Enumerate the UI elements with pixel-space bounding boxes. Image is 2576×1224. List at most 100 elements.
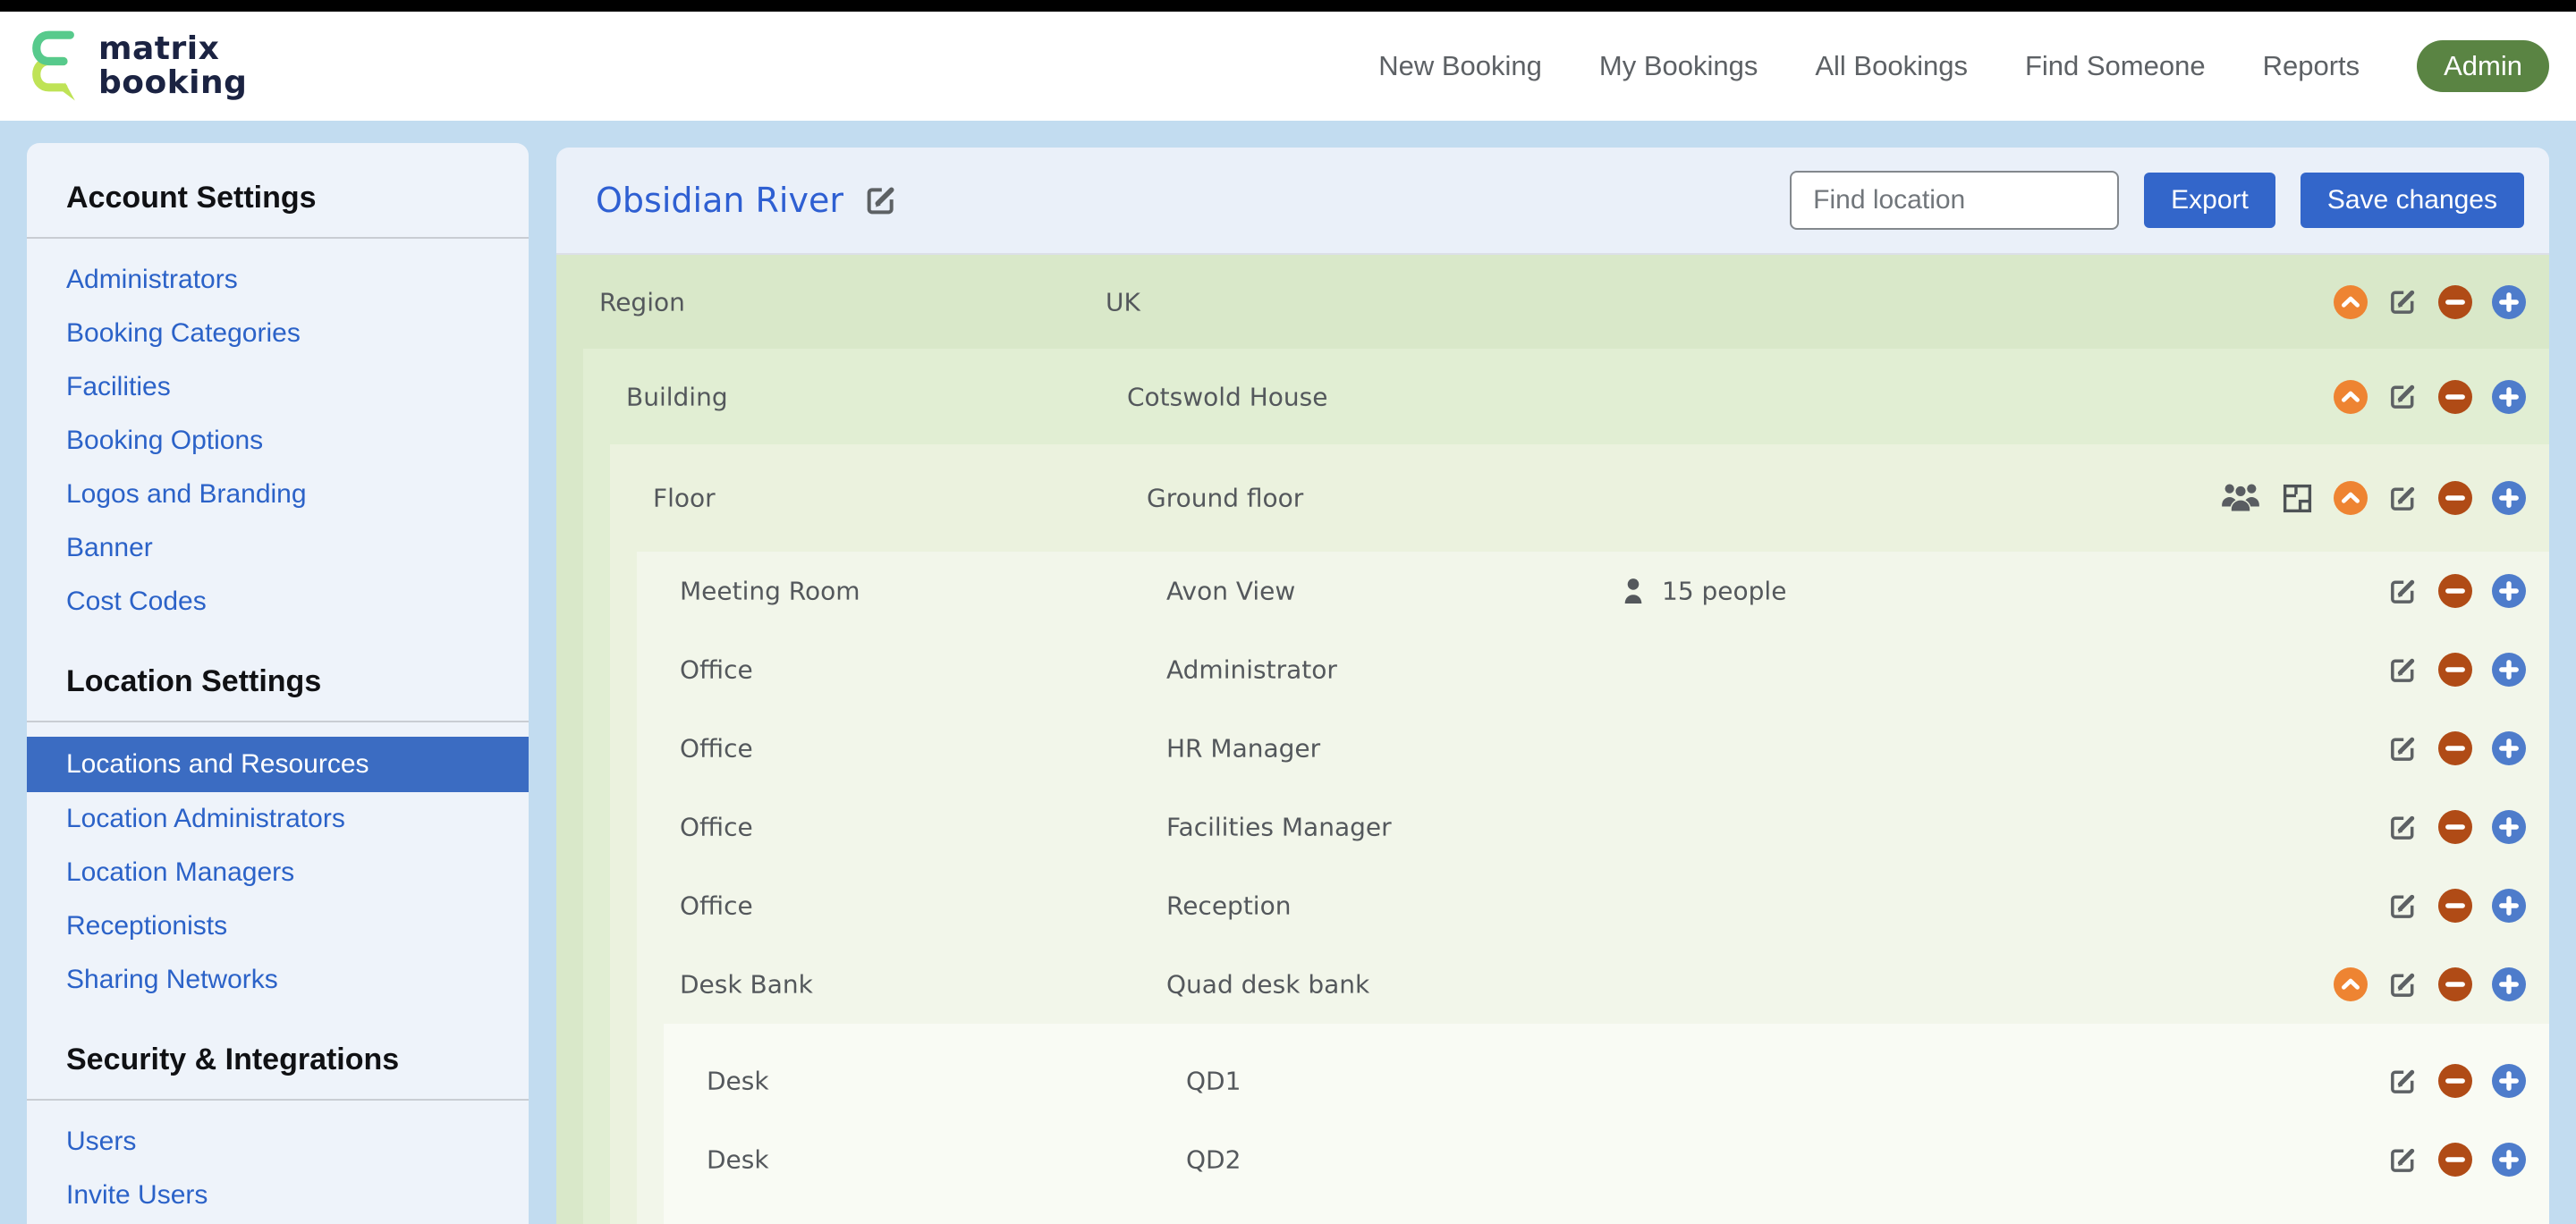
edit-icon[interactable] [2387, 654, 2419, 686]
row-name-value: Facilities Manager [1166, 813, 1392, 842]
person-capacity-icon [1621, 577, 1646, 606]
nav-reports[interactable]: Reports [2263, 50, 2360, 82]
remove-icon[interactable] [2438, 889, 2472, 923]
page-background: Account Settings Administrators Booking … [0, 121, 2576, 1224]
sidebar-item-booking-options[interactable]: Booking Options [27, 414, 529, 468]
edit-icon[interactable] [2387, 286, 2419, 317]
table-row-floor[interactable]: Floor Ground floor [610, 444, 2549, 552]
row-type-label: Desk [707, 1067, 769, 1096]
page-title: Obsidian River [596, 181, 843, 220]
edit-icon[interactable] [2387, 733, 2419, 764]
find-location-input[interactable] [1790, 171, 2119, 230]
table-row-desk-bank[interactable]: Desk Bank Quad desk bank [637, 945, 2549, 1024]
add-icon[interactable] [2492, 574, 2526, 608]
remove-icon[interactable] [2438, 285, 2472, 319]
nav-my-bookings[interactable]: My Bookings [1599, 50, 1758, 82]
sidebar-item-locations-resources[interactable]: Locations and Resources [27, 737, 529, 792]
row-type-label: Office [680, 813, 753, 842]
row-name-value: QD2 [1186, 1145, 1241, 1175]
table-row-desk-qd1[interactable]: Desk QD1 [664, 1042, 2549, 1120]
collapse-up-icon[interactable] [2334, 481, 2368, 515]
edit-icon[interactable] [2387, 1144, 2419, 1176]
edit-icon[interactable] [2387, 969, 2419, 1000]
collapse-up-icon[interactable] [2334, 380, 2368, 414]
add-icon[interactable] [2492, 653, 2526, 687]
remove-icon[interactable] [2438, 481, 2472, 515]
sidebar-item-banner[interactable]: Banner [27, 521, 529, 575]
app-header: matrix booking New Booking My Bookings A… [0, 12, 2576, 121]
remove-icon[interactable] [2438, 967, 2472, 1001]
screen-top-strip [0, 0, 2576, 12]
add-icon[interactable] [2492, 481, 2526, 515]
table-row-meeting-room[interactable]: Meeting Room Avon View 15 people [637, 552, 2549, 630]
row-type-label: Region [599, 287, 685, 317]
collapse-up-icon[interactable] [2334, 285, 2368, 319]
sidebar-item-location-managers[interactable]: Location Managers [27, 846, 529, 899]
row-name-value: Ground floor [1147, 484, 1303, 513]
sidebar-item-invite-users[interactable]: Invite Users [27, 1169, 529, 1222]
capacity-text: 15 people [1662, 577, 1786, 606]
locations-main-panel: Obsidian River Export Save changes [556, 148, 2549, 1224]
nav-find-someone[interactable]: Find Someone [2025, 50, 2206, 82]
remove-icon[interactable] [2438, 653, 2472, 687]
sidebar-list-account: Administrators Booking Categories Facili… [27, 239, 529, 629]
table-row-office-reception[interactable]: Office Reception [637, 866, 2549, 945]
add-icon[interactable] [2492, 810, 2526, 844]
add-icon[interactable] [2492, 380, 2526, 414]
table-row-office-hr-manager[interactable]: Office HR Manager [637, 709, 2549, 788]
nav-all-bookings[interactable]: All Bookings [1815, 50, 1968, 82]
add-icon[interactable] [2492, 1064, 2526, 1098]
save-changes-button[interactable]: Save changes [2301, 173, 2524, 228]
add-icon[interactable] [2492, 889, 2526, 923]
row-type-label: Building [626, 382, 728, 411]
collapse-up-icon[interactable] [2334, 967, 2368, 1001]
remove-icon[interactable] [2438, 810, 2472, 844]
sidebar-item-cost-codes[interactable]: Cost Codes [27, 575, 529, 629]
add-icon[interactable] [2492, 731, 2526, 765]
top-nav: New Booking My Bookings All Bookings Fin… [1378, 40, 2549, 92]
nav-admin-button[interactable]: Admin [2417, 40, 2549, 92]
sidebar-item-receptionists[interactable]: Receptionists [27, 899, 529, 953]
brand-logo-lockup[interactable]: matrix booking [27, 27, 247, 106]
sidebar-item-location-administrators[interactable]: Location Administrators [27, 792, 529, 846]
table-row-desk-qd2[interactable]: Desk QD2 [664, 1120, 2549, 1199]
desks-container: Desk QD1 [664, 1024, 2549, 1224]
settings-sidebar: Account Settings Administrators Booking … [27, 143, 529, 1224]
edit-icon[interactable] [2387, 576, 2419, 607]
edit-title-button[interactable] [863, 182, 899, 218]
table-row-building[interactable]: Building Cotswold House [583, 349, 2549, 444]
row-type-label: Office [680, 891, 753, 921]
remove-icon[interactable] [2438, 1064, 2472, 1098]
sidebar-item-logos-branding[interactable]: Logos and Branding [27, 468, 529, 521]
sidebar-section-title-location: Location Settings [27, 664, 529, 699]
add-icon[interactable] [2492, 967, 2526, 1001]
remove-icon[interactable] [2438, 574, 2472, 608]
nav-new-booking[interactable]: New Booking [1378, 50, 1542, 82]
row-name-value: UK [1106, 287, 1140, 317]
add-icon[interactable] [2492, 285, 2526, 319]
edit-icon[interactable] [2387, 812, 2419, 843]
people-group-icon[interactable] [2220, 482, 2261, 514]
remove-icon[interactable] [2438, 1143, 2472, 1177]
add-icon[interactable] [2492, 1143, 2526, 1177]
row-type-label: Desk [707, 1145, 769, 1175]
edit-icon[interactable] [2387, 483, 2419, 514]
locations-toolbar: Obsidian River Export Save changes [556, 148, 2549, 253]
table-row-office-facilities-manager[interactable]: Office Facilities Manager [637, 788, 2549, 866]
remove-icon[interactable] [2438, 380, 2472, 414]
sidebar-item-booking-categories[interactable]: Booking Categories [27, 307, 529, 360]
floor-plan-icon[interactable] [2281, 482, 2314, 515]
export-button[interactable]: Export [2144, 173, 2275, 228]
sidebar-item-users[interactable]: Users [27, 1115, 529, 1169]
row-name-value: Quad desk bank [1166, 970, 1369, 1000]
sidebar-item-administrators[interactable]: Administrators [27, 253, 529, 307]
remove-icon[interactable] [2438, 731, 2472, 765]
sidebar-item-facilities[interactable]: Facilities [27, 360, 529, 414]
row-name-value: Reception [1166, 891, 1291, 921]
table-row-region[interactable]: Region UK [556, 255, 2549, 349]
sidebar-item-sharing-networks[interactable]: Sharing Networks [27, 953, 529, 1007]
edit-icon[interactable] [2387, 891, 2419, 922]
table-row-office-administrator[interactable]: Office Administrator [637, 630, 2549, 709]
edit-icon[interactable] [2387, 381, 2419, 412]
edit-icon[interactable] [2387, 1066, 2419, 1097]
